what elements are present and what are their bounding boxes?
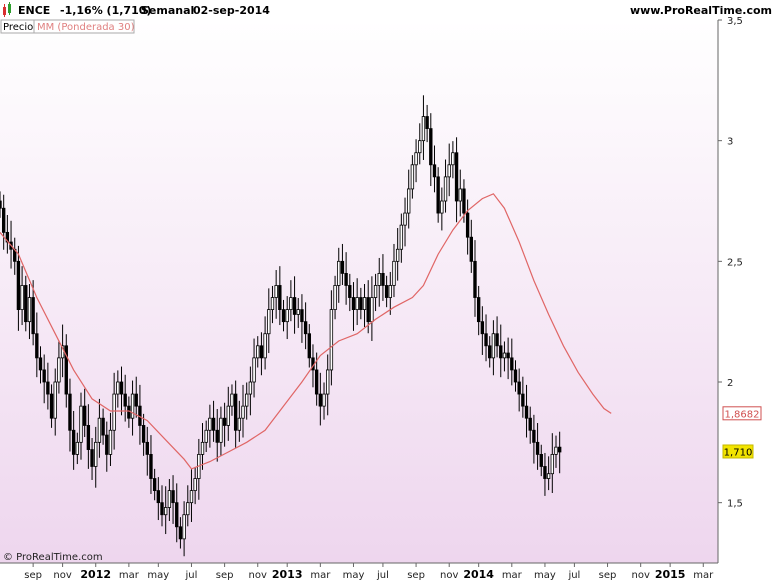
x-tick-label: jul bbox=[185, 570, 198, 581]
x-tick-label: sep bbox=[216, 570, 234, 581]
watermark: © ProRealTime.com bbox=[3, 552, 103, 563]
x-tick-label: nov bbox=[53, 570, 71, 581]
x-tick-label: jul bbox=[376, 570, 389, 581]
change-label: -1,16% (1,710) bbox=[60, 4, 151, 17]
y-tick-label: 1,5 bbox=[727, 499, 743, 510]
x-tick-label: sep bbox=[599, 570, 617, 581]
x-tick-label: mar bbox=[693, 570, 714, 581]
price-chart[interactable]: ENCE -1,16% (1,710) Semanal 02-sep-2014 … bbox=[0, 0, 775, 581]
x-tick-label: 2012 bbox=[80, 568, 111, 581]
x-tick-label: 2015 bbox=[655, 568, 686, 581]
x-tick-label: jul bbox=[567, 570, 580, 581]
y-tick-label: 2,5 bbox=[727, 257, 743, 268]
ma-value-label: 1,8682 bbox=[725, 409, 760, 420]
x-tick-label: 2013 bbox=[272, 568, 303, 581]
y-tick-label: 3,5 bbox=[727, 16, 743, 27]
x-tick-label: may bbox=[343, 570, 365, 581]
x-tick-label: nov bbox=[440, 570, 458, 581]
x-tick-label: may bbox=[147, 570, 169, 581]
x-tick-label: 2014 bbox=[463, 568, 494, 581]
legend-price-label[interactable]: Precio bbox=[3, 22, 33, 33]
x-tick-label: sep bbox=[24, 570, 42, 581]
x-tick-label: nov bbox=[631, 570, 649, 581]
x-tick-label: sep bbox=[407, 570, 425, 581]
x-tick-label: mar bbox=[119, 570, 140, 581]
last-price-badge: 1,710 bbox=[722, 444, 754, 459]
ma-value-badge: 1,8682 bbox=[722, 406, 762, 421]
y-axis-panel bbox=[718, 20, 775, 563]
last-price-label: 1,710 bbox=[724, 447, 753, 458]
website-label[interactable]: www.ProRealTime.com bbox=[630, 4, 772, 17]
x-tick-label: mar bbox=[310, 570, 331, 581]
legend-ma-label[interactable]: MM (Ponderada 30) bbox=[37, 22, 135, 33]
plot-area[interactable] bbox=[0, 20, 718, 563]
symbol-label: ENCE bbox=[18, 4, 50, 17]
chart-window: ENCE -1,16% (1,710) Semanal 02-sep-2014 … bbox=[0, 0, 775, 581]
x-tick-label: mar bbox=[502, 570, 523, 581]
legend: Precio MM (Ponderada 30) bbox=[0, 19, 135, 34]
x-tick-label: nov bbox=[249, 570, 267, 581]
date-label: 02-sep-2014 bbox=[193, 4, 270, 17]
x-tick-label: may bbox=[534, 570, 556, 581]
y-tick-label: 3 bbox=[727, 137, 733, 148]
period-label: Semanal bbox=[141, 4, 194, 17]
y-tick-label: 2 bbox=[727, 378, 733, 389]
